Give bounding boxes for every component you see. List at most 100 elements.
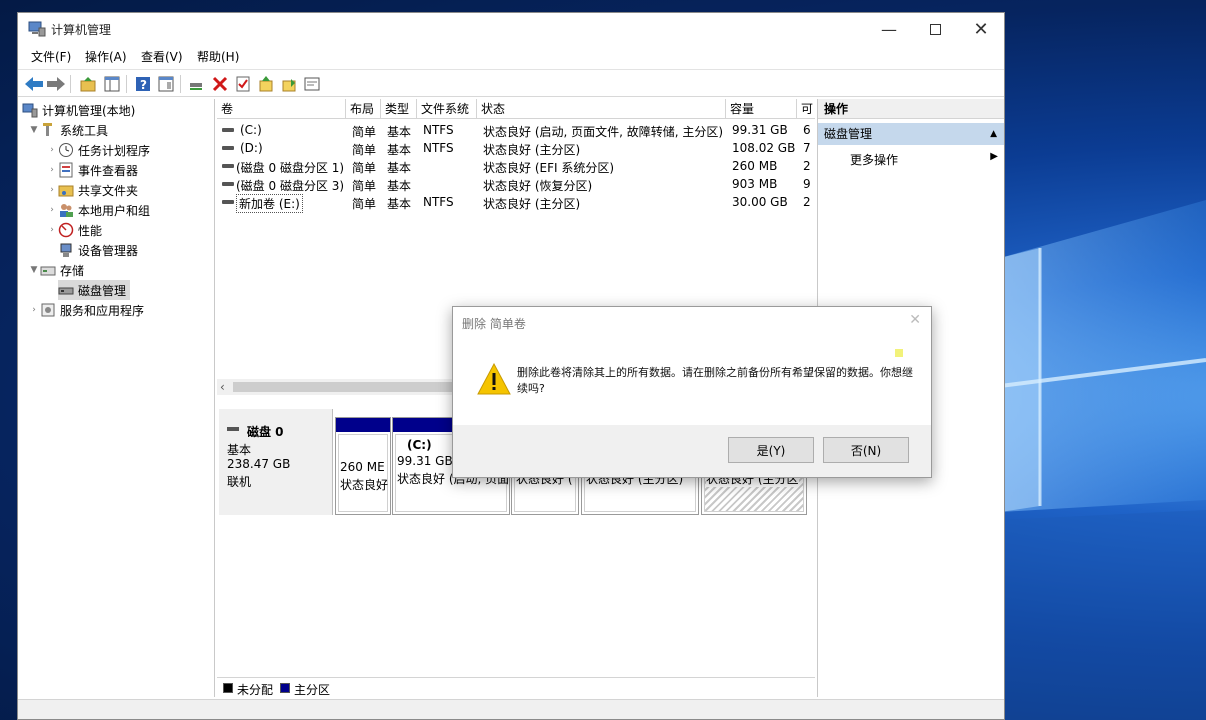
disk-info-panel[interactable]: 磁盘 0 基本 238.47 GB 联机 [219, 409, 333, 515]
collapse-icon[interactable]: ▲ [990, 123, 997, 145]
tree-item-performance[interactable]: › 性能 [46, 220, 102, 240]
forward-icon[interactable] [46, 74, 66, 94]
cell-capacity: 260 MB [732, 159, 778, 173]
menu-action[interactable]: 操作(A) [85, 48, 127, 65]
minimize-button[interactable]: — [866, 13, 912, 45]
status-bar [18, 699, 1004, 719]
column-header-free[interactable]: 可 [797, 99, 815, 119]
toolbar-separator [180, 75, 181, 93]
tree-item-root[interactable]: 计算机管理(本地) [22, 100, 135, 120]
delete-volume-dialog: 删除 简单卷 ✕ 删除此卷将清除其上的所有数据。请在删除之前备份所有希望保留的数… [452, 306, 932, 478]
tree-item-task-scheduler[interactable]: › 任务计划程序 [46, 140, 150, 160]
dialog-message: 删除此卷将清除其上的所有数据。请在删除之前备份所有希望保留的数据。你想继续吗? [517, 366, 913, 395]
table-row[interactable]: (磁盘 0 磁盘分区 1) 简单 基本 状态良好 (EFI 系统分区) 260 … [217, 157, 815, 175]
tree-item-system-tools[interactable]: ▼ 系统工具 [28, 120, 108, 140]
event-viewer-icon [59, 162, 73, 178]
partition-efi[interactable]: 260 ME 状态良好 [335, 417, 391, 515]
table-row[interactable]: 新加卷 (E:) 简单 基本 NTFS 状态良好 (主分区) 30.00 GB … [217, 193, 815, 213]
tree-item-device-manager[interactable]: 设备管理器 [58, 240, 138, 260]
menu-file[interactable]: 文件(F) [31, 48, 71, 65]
tools-icon [43, 123, 52, 136]
import-icon[interactable] [256, 74, 276, 94]
back-icon[interactable] [24, 74, 44, 94]
check-icon[interactable] [233, 74, 253, 94]
more-actions-link[interactable]: 更多操作 [850, 151, 898, 168]
table-row[interactable]: (C:) 简单 基本 NTFS 状态良好 (启动, 页面文件, 故障转储, 主分… [217, 121, 815, 139]
tree-item-disk-management[interactable]: 磁盘管理 [58, 280, 131, 300]
cell-free: 6 [803, 123, 811, 137]
chevron-right-icon[interactable]: › [28, 305, 40, 315]
chevron-right-icon[interactable]: › [46, 145, 58, 155]
tree-item-services[interactable]: › 服务和应用程序 [28, 300, 144, 320]
title-bar[interactable]: 计算机管理 — ✕ [18, 13, 1004, 45]
tree-item-shared-folders[interactable]: › 共享文件夹 [46, 180, 138, 200]
close-button[interactable]: ✕ [958, 13, 1004, 45]
up-folder-icon[interactable] [78, 74, 98, 94]
cell-type: 基本 [387, 179, 412, 193]
console-icon[interactable] [302, 74, 322, 94]
properties-icon[interactable] [156, 74, 176, 94]
delete-icon[interactable] [210, 74, 230, 94]
minimize-icon: — [881, 19, 897, 39]
chevron-right-icon[interactable]: › [46, 165, 58, 175]
disk-name: 磁盘 0 [247, 425, 284, 439]
help-icon[interactable]: ? [133, 74, 153, 94]
chevron-right-icon[interactable]: › [46, 185, 58, 195]
cell-layout: 简单 [352, 143, 377, 157]
show-hide-tree-icon[interactable] [102, 74, 122, 94]
computer-management-icon [28, 21, 46, 37]
tree-item-storage[interactable]: ▼ 存储 [28, 260, 84, 280]
drive-icon [222, 146, 234, 150]
drive-icon [222, 182, 234, 186]
windows-logo-icon [1000, 200, 1206, 720]
cell-volume: (磁盘 0 磁盘分区 1) [236, 161, 345, 175]
cell-capacity: 99.31 GB [732, 123, 788, 137]
partition-label: (C:) [407, 438, 432, 452]
chevron-down-icon[interactable]: ▼ [28, 265, 40, 275]
chevron-down-icon[interactable]: ▼ [28, 125, 40, 135]
actions-section-disk-management[interactable]: 磁盘管理 ▲ [818, 123, 1004, 145]
menu-help[interactable]: 帮助(H) [197, 48, 239, 65]
no-button[interactable]: 否(N) [823, 437, 909, 463]
connect-drive-icon[interactable] [186, 74, 206, 94]
cell-volume: 新加卷 (E:) [236, 194, 303, 213]
cell-type: 基本 [387, 161, 412, 175]
table-row[interactable]: (磁盘 0 磁盘分区 3) 简单 基本 状态良好 (恢复分区) 903 MB 9 [217, 175, 815, 193]
cell-layout: 简单 [352, 179, 377, 193]
cell-filesystem: NTFS [423, 123, 454, 137]
cell-capacity: 108.02 GB [732, 141, 796, 155]
column-header-type[interactable]: 类型 [381, 99, 417, 119]
column-header-capacity[interactable]: 容量 [726, 99, 797, 119]
legend-swatch-unallocated [223, 683, 233, 693]
cell-free: 7 [803, 141, 811, 155]
chevron-right-icon[interactable]: › [46, 225, 58, 235]
column-header-filesystem[interactable]: 文件系统 [417, 99, 477, 119]
maximize-button[interactable] [912, 13, 958, 45]
computer-management-icon [22, 103, 38, 118]
cell-layout: 简单 [352, 197, 377, 211]
export-icon[interactable] [279, 74, 299, 94]
tree-item-event-viewer[interactable]: › 事件查看器 [46, 160, 138, 180]
cell-status: 状态良好 (EFI 系统分区) [483, 161, 615, 175]
cursor-highlight [895, 349, 903, 357]
chevron-right-icon[interactable]: › [46, 205, 58, 215]
partition-size: 260 ME [340, 460, 385, 474]
column-header-status[interactable]: 状态 [477, 99, 726, 119]
clock-icon [59, 143, 73, 157]
dialog-footer: 是(Y) 否(N) [453, 425, 931, 477]
cell-type: 基本 [387, 143, 412, 157]
chevron-right-icon[interactable]: ▶ [990, 151, 998, 162]
close-icon[interactable]: ✕ [909, 312, 921, 328]
menu-view[interactable]: 查看(V) [141, 48, 183, 65]
disk-management-icon [58, 287, 74, 295]
tree-label: 磁盘管理 [78, 283, 127, 298]
scroll-left-icon[interactable]: ‹ [220, 379, 225, 395]
column-header-volume[interactable]: 卷 [217, 99, 346, 119]
users-icon [60, 204, 73, 217]
column-header-layout[interactable]: 布局 [346, 99, 381, 119]
yes-button[interactable]: 是(Y) [728, 437, 814, 463]
tree-item-local-users[interactable]: › 本地用户和组 [46, 200, 150, 220]
table-row[interactable]: (D:) 简单 基本 NTFS 状态良好 (主分区) 108.02 GB 7 [217, 139, 815, 157]
cell-type: 基本 [387, 197, 412, 211]
tree-label: 存储 [60, 263, 85, 278]
